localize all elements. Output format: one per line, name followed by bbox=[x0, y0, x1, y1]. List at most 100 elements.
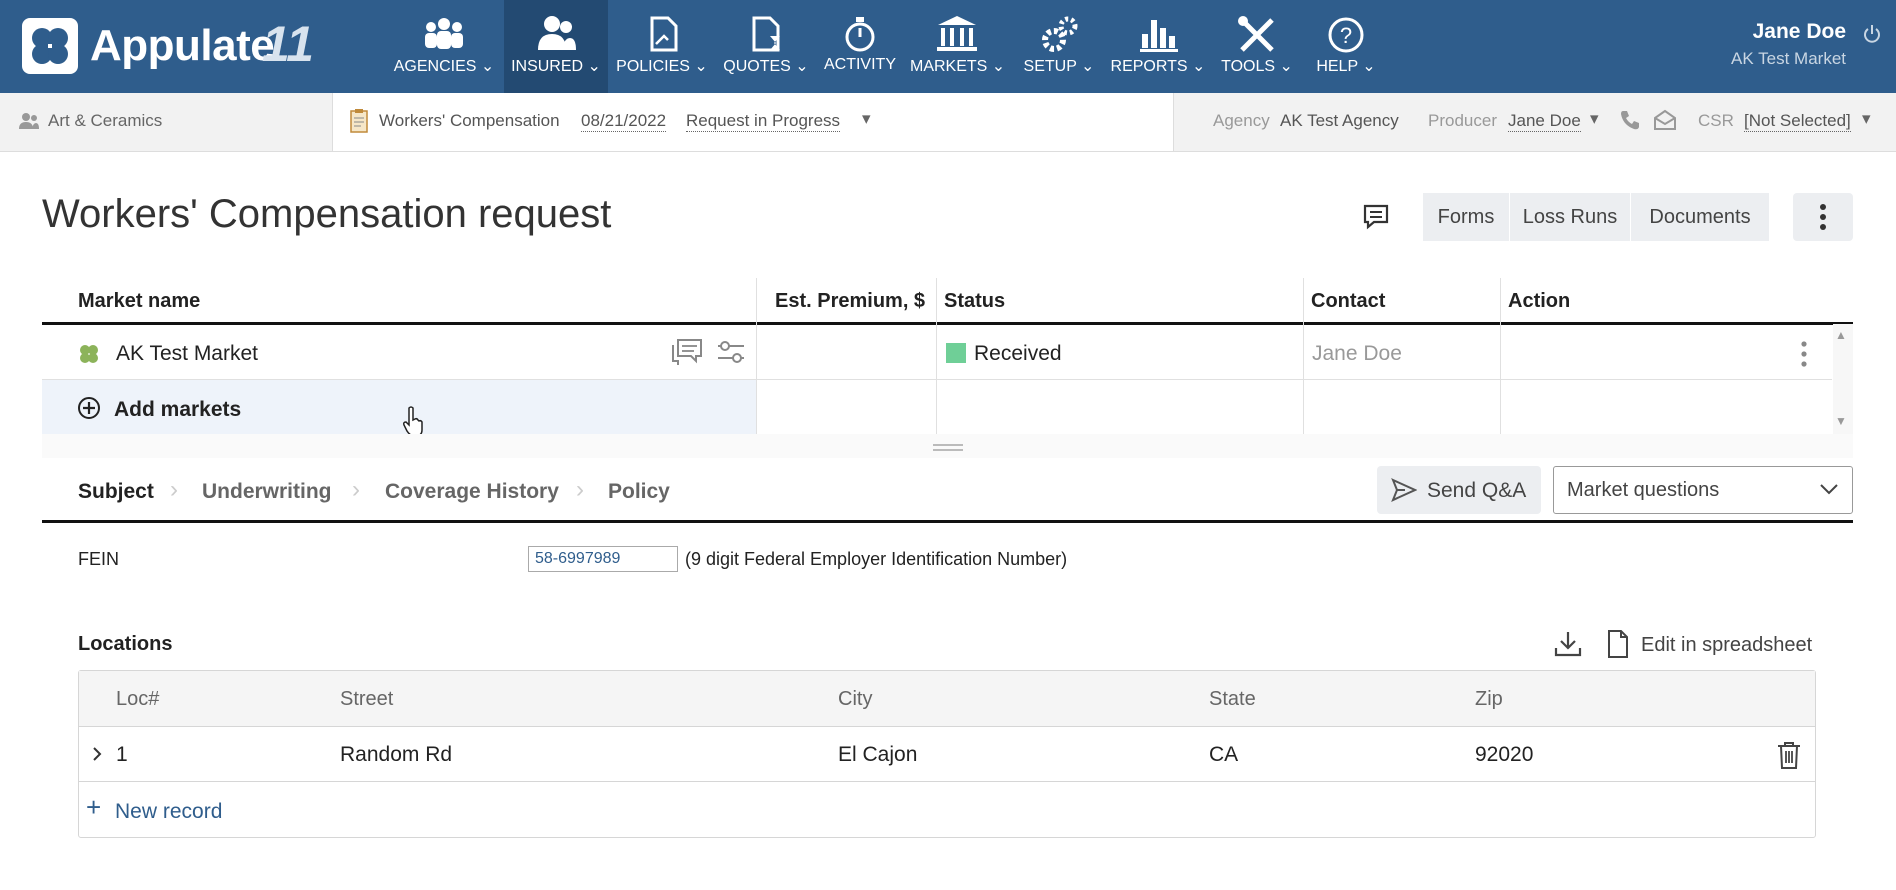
nav-markets[interactable]: MARKETS ⌄ bbox=[910, 0, 1005, 93]
splitter-grip-icon bbox=[933, 449, 963, 451]
nav-reports[interactable]: REPORTS ⌄ bbox=[1108, 0, 1208, 93]
forms-button[interactable]: Forms bbox=[1423, 193, 1509, 241]
header-action: Action bbox=[1508, 290, 1571, 312]
add-markets-link[interactable]: Add markets bbox=[114, 398, 241, 422]
fein-input[interactable] bbox=[528, 546, 678, 572]
clover-icon bbox=[80, 345, 98, 363]
comment-icon[interactable] bbox=[1362, 203, 1390, 231]
row-divider bbox=[79, 781, 1815, 782]
agency-value: AK Test Agency bbox=[1280, 111, 1399, 130]
status-dropdown-icon[interactable]: ▾ bbox=[862, 109, 871, 129]
logo-text: Appulate bbox=[90, 21, 275, 70]
insured-icon bbox=[19, 113, 39, 129]
agency-label: Agency bbox=[1213, 111, 1270, 130]
breadcrumb-chevron-icon: › bbox=[170, 476, 178, 503]
loc-zip: 92020 bbox=[1475, 743, 1534, 766]
tabs-underline bbox=[42, 520, 1853, 523]
market-name[interactable]: AK Test Market bbox=[116, 342, 258, 366]
phone-icon[interactable] bbox=[1619, 109, 1641, 131]
loc-header-zip: Zip bbox=[1475, 688, 1503, 710]
add-circle-icon[interactable] bbox=[77, 396, 101, 420]
download-icon[interactable] bbox=[1553, 630, 1583, 658]
document-icon[interactable] bbox=[1606, 629, 1630, 659]
market-questions-select[interactable]: Market questions bbox=[1553, 466, 1853, 514]
chevron-down-icon bbox=[1820, 484, 1838, 495]
fein-label: FEIN bbox=[78, 549, 120, 569]
panel-splitter[interactable] bbox=[42, 434, 1853, 458]
more-options-button[interactable] bbox=[1793, 193, 1853, 241]
policy-date[interactable]: 08/21/2022 bbox=[581, 111, 667, 132]
producer-dropdown-icon[interactable]: ▾ bbox=[1590, 109, 1599, 129]
scroll-up-icon[interactable]: ▲ bbox=[1835, 328, 1847, 342]
scroll-down-icon[interactable]: ▼ bbox=[1835, 414, 1847, 428]
policy-document-icon bbox=[650, 16, 678, 52]
loc-header-street: Street bbox=[340, 688, 394, 710]
nav-label: ACTIVITY bbox=[823, 56, 896, 73]
appulate-logo-icon[interactable] bbox=[22, 18, 78, 74]
loc-header-city: City bbox=[838, 688, 873, 710]
kebab-menu-icon bbox=[1820, 204, 1826, 230]
nav-label: TOOLS bbox=[1221, 58, 1276, 75]
breadcrumb-chevron-icon: › bbox=[352, 476, 360, 503]
filter-sliders-icon[interactable] bbox=[716, 338, 746, 366]
header-est-premium: Est. Premium, $ bbox=[775, 290, 926, 312]
csr-value[interactable]: [Not Selected] bbox=[1744, 111, 1851, 132]
chevron-right-icon[interactable] bbox=[91, 746, 103, 762]
chevron-down-icon: ⌄ bbox=[1081, 58, 1095, 75]
edit-in-spreadsheet-link[interactable]: Edit in spreadsheet bbox=[1641, 634, 1812, 657]
bank-building-icon bbox=[937, 16, 977, 51]
request-status[interactable]: Request in Progress bbox=[686, 111, 841, 132]
row-kebab-icon[interactable] bbox=[1800, 340, 1808, 368]
header-contact: Contact bbox=[1311, 290, 1386, 312]
nav-help[interactable]: ? HELP ⌄ bbox=[1310, 0, 1382, 93]
nav-label: REPORTS bbox=[1110, 58, 1188, 75]
tab-subject[interactable]: Subject bbox=[78, 480, 154, 504]
send-qa-label: Send Q&A bbox=[1427, 479, 1527, 502]
nav-quotes[interactable]: QUOTES ⌄ bbox=[718, 0, 814, 93]
header-status: Status bbox=[944, 290, 1006, 312]
chevron-down-icon: ⌄ bbox=[587, 58, 601, 75]
quote-document-hourglass-icon bbox=[752, 16, 780, 52]
col-divider bbox=[1303, 278, 1304, 434]
chevron-down-icon: ⌄ bbox=[1192, 58, 1206, 75]
nav-agencies[interactable]: AGENCIES ⌄ bbox=[392, 0, 496, 93]
tab-coverage-history[interactable]: Coverage History bbox=[385, 480, 559, 504]
gears-icon bbox=[1042, 16, 1078, 52]
producer-label: Producer bbox=[1428, 111, 1497, 130]
market-status: Received bbox=[974, 342, 1062, 365]
csr-dropdown-icon[interactable]: ▾ bbox=[1862, 109, 1871, 129]
message-bubbles-icon[interactable] bbox=[670, 337, 704, 367]
top-navigation-bar: Appulate 11 AGENCIES ⌄ INSURED ⌄ POLICIE… bbox=[0, 0, 1896, 93]
insured-name[interactable]: Art & Ceramics bbox=[48, 111, 162, 131]
trash-icon[interactable] bbox=[1776, 740, 1802, 770]
loc-state: CA bbox=[1209, 743, 1239, 766]
send-qa-button[interactable]: Send Q&A bbox=[1377, 466, 1541, 514]
nav-insured[interactable]: INSURED ⌄ bbox=[504, 0, 608, 93]
insured-people-icon bbox=[538, 16, 576, 50]
chevron-down-icon: ⌄ bbox=[1279, 58, 1293, 75]
tab-policy[interactable]: Policy bbox=[608, 480, 670, 504]
new-record-link[interactable]: New record bbox=[115, 800, 222, 824]
documents-button[interactable]: Documents bbox=[1631, 193, 1769, 241]
market-contact[interactable]: Jane Doe bbox=[1312, 342, 1402, 366]
fein-hint: (9 digit Federal Employer Identification… bbox=[685, 549, 1068, 569]
tab-underwriting[interactable]: Underwriting bbox=[202, 480, 332, 504]
producer-value[interactable]: Jane Doe bbox=[1508, 111, 1581, 132]
power-icon[interactable] bbox=[1862, 24, 1882, 44]
email-icon[interactable] bbox=[1653, 109, 1677, 131]
nav-setup[interactable]: SETUP ⌄ bbox=[1018, 0, 1100, 93]
nav-activity[interactable]: ACTIVITY bbox=[820, 0, 900, 93]
nav-label: QUOTES bbox=[723, 58, 791, 75]
nav-tools[interactable]: TOOLS ⌄ bbox=[1214, 0, 1300, 93]
loss-runs-button[interactable]: Loss Runs bbox=[1510, 193, 1630, 241]
table-header-rule bbox=[42, 322, 1853, 325]
policy-type: Workers' Compensation bbox=[379, 111, 560, 130]
plus-icon[interactable]: + bbox=[86, 794, 101, 820]
user-market: AK Test Market bbox=[1731, 49, 1846, 68]
chevron-down-icon: ⌄ bbox=[694, 58, 708, 75]
nav-policies[interactable]: POLICIES ⌄ bbox=[612, 0, 712, 93]
user-name[interactable]: Jane Doe bbox=[1753, 20, 1846, 44]
loc-header-state: State bbox=[1209, 688, 1256, 710]
splitter-grip-icon[interactable] bbox=[933, 444, 963, 446]
help-circle-icon: ? bbox=[1328, 17, 1364, 53]
